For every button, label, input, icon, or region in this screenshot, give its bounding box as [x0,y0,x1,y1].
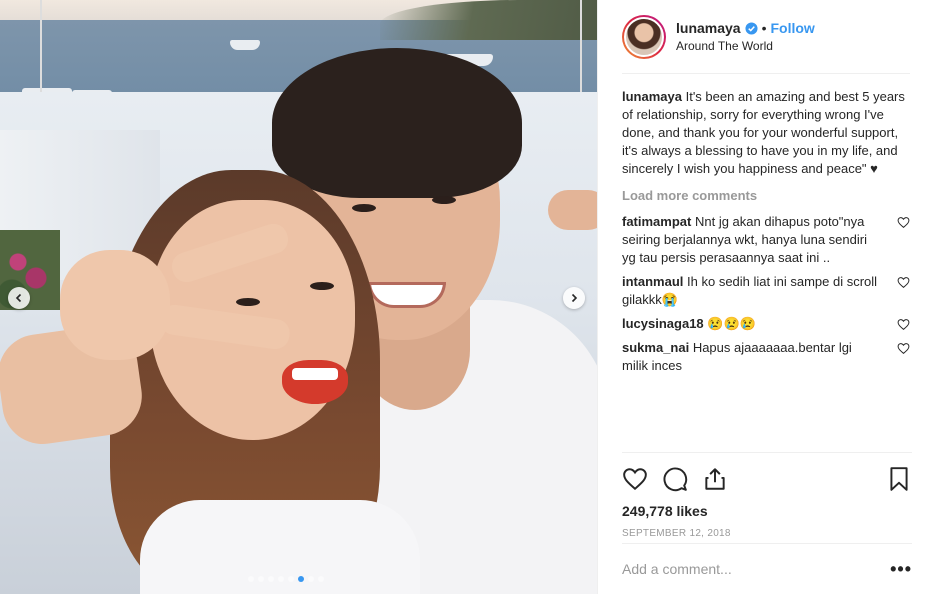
photo-man-hair [272,48,522,198]
more-options-button[interactable]: ••• [890,559,912,580]
post-modal: lunamaya • Follow Around The World lunam… [0,0,925,594]
comments-section: lunamaya It's been an amazing and best 5… [622,74,912,450]
location-link[interactable]: Around The World [676,39,815,53]
photo-man-eye [352,204,376,212]
carousel-dot [258,576,264,582]
comment-username[interactable]: sukma_nai [622,340,689,355]
comment-username[interactable]: intanmaul [622,274,683,289]
carousel-dot [318,576,324,582]
verified-badge-icon [745,21,758,35]
comment-username[interactable]: fatimampat [622,214,691,229]
heart-icon[interactable] [897,318,910,331]
post-sidebar: lunamaya • Follow Around The World lunam… [597,0,925,594]
photo-woman-lips [282,360,348,404]
add-comment-bar: ••• [622,543,912,594]
caption-username[interactable]: lunamaya [622,89,682,104]
photo-woman-eye [310,282,334,290]
comment-text: 😢😢😢 [703,316,756,331]
comment-item: lucysinaga18 😢😢😢 [622,315,912,333]
carousel-dot [308,576,314,582]
photo-boat [230,40,260,50]
comment-item: fatimampat Nnt jg akan dihapus poto"nya … [622,213,912,267]
heart-icon[interactable] [897,276,910,289]
photo-man-hand [548,190,597,230]
chevron-left-icon [15,293,22,303]
carousel-next-button[interactable] [563,287,585,309]
comment-icon[interactable] [662,466,688,492]
photo-woman-eye [236,298,260,306]
likes-count[interactable]: 249,778 likes [622,503,912,519]
photo-man-eye [432,196,456,204]
post-date: SEPTEMBER 12, 2018 [622,528,731,539]
photo-mast [40,0,42,92]
comment-input[interactable] [622,561,862,577]
photo-woman-teeth [292,368,338,380]
chevron-right-icon [571,293,578,303]
carousel-dot [268,576,274,582]
follow-button[interactable]: Follow [771,20,815,36]
post-caption: lunamaya It's been an amazing and best 5… [622,88,912,178]
heart-icon[interactable] [897,342,910,355]
carousel-prev-button[interactable] [8,287,30,309]
comment-item: sukma_nai Hapus ajaaaaaaa.bentar lgi mil… [622,339,912,375]
like-heart-icon[interactable] [622,466,648,492]
post-header: lunamaya • Follow Around The World [622,0,910,74]
bookmark-icon[interactable] [886,466,912,492]
carousel-dot [288,576,294,582]
avatar[interactable] [622,14,666,59]
comment-username[interactable]: lucysinaga18 [622,316,704,331]
carousel-dot [298,576,304,582]
post-photo[interactable] [0,0,597,594]
carousel-indicator [248,576,324,582]
load-more-comments-button[interactable]: Load more comments [622,188,912,203]
photo-woman-hand [60,250,170,360]
heart-icon[interactable] [897,216,910,229]
username-link[interactable]: lunamaya [676,20,741,36]
separator-dot: • [761,20,767,36]
share-icon[interactable] [702,466,728,492]
carousel-dot [278,576,284,582]
comment-item: intanmaul Ih ko sedih liat ini sampe di … [622,273,912,309]
carousel-dot [248,576,254,582]
post-actions: 249,778 likes SEPTEMBER 12, 2018 [622,452,912,539]
